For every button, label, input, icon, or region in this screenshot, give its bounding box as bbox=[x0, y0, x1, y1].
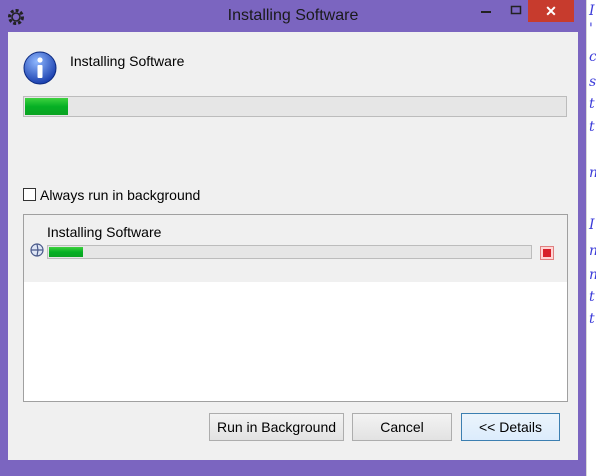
minimize-icon bbox=[480, 2, 492, 20]
background-text: n bbox=[589, 166, 596, 180]
maximize-icon bbox=[510, 2, 522, 20]
close-button[interactable]: ✕ bbox=[528, 0, 574, 22]
background-text: s bbox=[589, 74, 596, 90]
job-row[interactable]: Installing Software bbox=[24, 215, 567, 282]
background-text: I bbox=[589, 217, 595, 233]
info-icon bbox=[22, 50, 58, 86]
close-icon: ✕ bbox=[545, 2, 557, 19]
details-panel: Installing Software bbox=[23, 214, 568, 402]
background-app-strip bbox=[586, 0, 596, 476]
overall-progress-fill bbox=[25, 98, 68, 115]
cancel-button[interactable]: Cancel bbox=[352, 413, 452, 441]
background-text: t bbox=[589, 289, 595, 305]
always-run-in-background-label[interactable]: Always run in background bbox=[40, 187, 200, 203]
job-progress-bar bbox=[47, 245, 532, 259]
background-text: t bbox=[589, 96, 595, 112]
dialog-client-area: Installing Software Always run in backgr… bbox=[8, 32, 578, 460]
background-text: n bbox=[589, 244, 596, 258]
maximize-button[interactable] bbox=[502, 0, 529, 22]
minimize-button[interactable] bbox=[472, 0, 499, 22]
background-text: n bbox=[589, 268, 596, 282]
background-text: I bbox=[589, 3, 595, 19]
stop-icon[interactable] bbox=[540, 246, 554, 260]
title-bar[interactable]: Installing Software ✕ bbox=[0, 0, 586, 32]
job-progress-fill bbox=[49, 247, 83, 257]
job-label: Installing Software bbox=[47, 224, 162, 240]
background-text: ' bbox=[589, 21, 593, 37]
details-button[interactable]: << Details bbox=[461, 413, 560, 441]
background-text: t bbox=[589, 119, 595, 135]
install-job-icon bbox=[29, 242, 45, 258]
installing-software-dialog: Installing Software ✕ Installing Softwar… bbox=[0, 0, 586, 476]
dialog-header-label: Installing Software bbox=[70, 53, 185, 69]
overall-progress-bar bbox=[23, 96, 567, 117]
always-run-in-background-checkbox[interactable] bbox=[23, 188, 36, 201]
background-text: c bbox=[589, 50, 596, 64]
run-in-background-button[interactable]: Run in Background bbox=[209, 413, 344, 441]
background-text: t bbox=[589, 311, 595, 327]
